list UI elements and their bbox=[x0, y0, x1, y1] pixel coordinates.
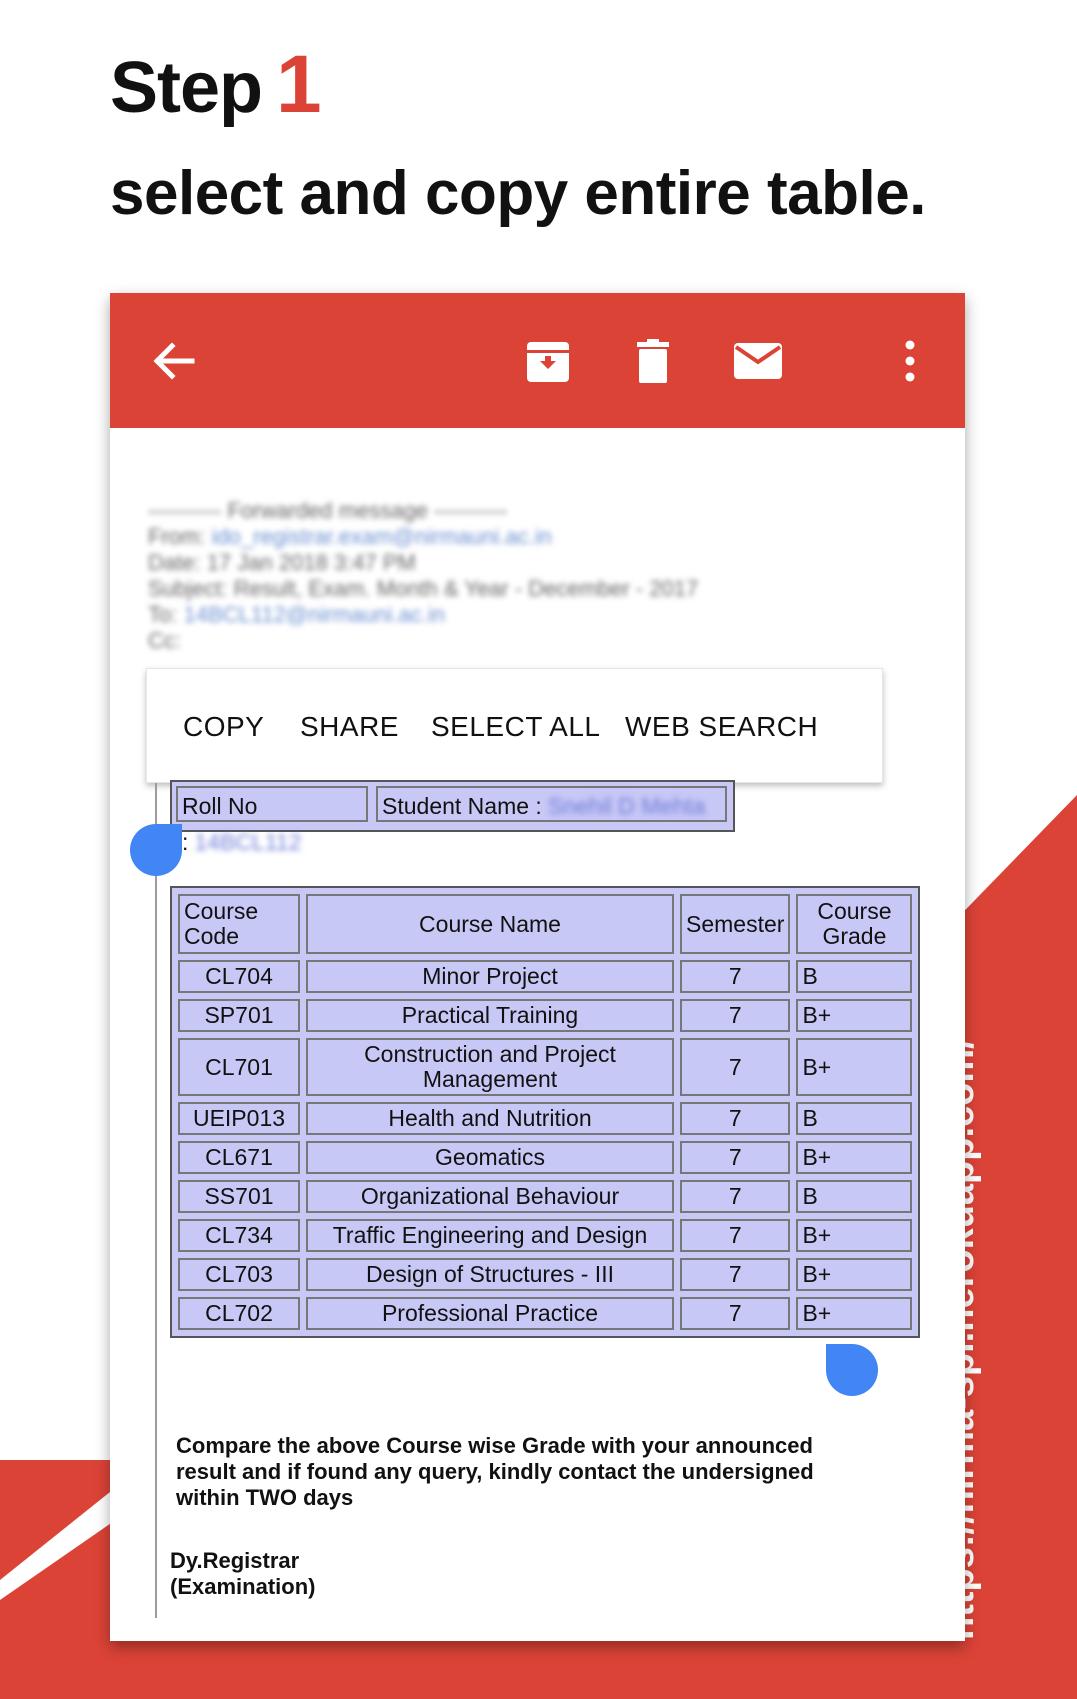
web-search-button[interactable]: WEB SEARCH bbox=[625, 711, 818, 743]
cell-code: SS701 bbox=[178, 1180, 300, 1213]
cell-semester: 7 bbox=[680, 1180, 791, 1213]
cell-grade: B+ bbox=[796, 1038, 913, 1096]
grade-table[interactable]: Course Code Course Name Semester Course … bbox=[170, 886, 921, 1338]
table-row: CL704 Minor Project 7 B bbox=[178, 960, 913, 993]
email-body: ---------- Forwarded message ---------- … bbox=[110, 428, 965, 1641]
cc-line: Cc: bbox=[148, 628, 181, 653]
text-selection-menu: COPY SHARE SELECT ALL WEB SEARCH bbox=[146, 668, 883, 783]
cell-name: Practical Training bbox=[306, 999, 674, 1032]
step-number: 1 bbox=[276, 39, 322, 130]
cell-semester: 7 bbox=[680, 1102, 791, 1135]
copy-button[interactable]: COPY bbox=[183, 711, 264, 743]
cell-name: Design of Structures - III bbox=[306, 1258, 674, 1291]
cell-semester: 7 bbox=[680, 1258, 791, 1291]
table-row: CL701 Construction and Project Managemen… bbox=[178, 1038, 913, 1096]
selection-end-handle[interactable] bbox=[826, 1344, 878, 1396]
archive-icon[interactable] bbox=[518, 331, 578, 391]
cell-code: CL671 bbox=[178, 1141, 300, 1174]
selection-start-handle[interactable] bbox=[130, 824, 182, 876]
select-all-button[interactable]: SELECT ALL bbox=[431, 711, 600, 743]
table-row: SP701 Practical Training 7 B+ bbox=[178, 999, 913, 1032]
cell-grade: B+ bbox=[796, 1141, 913, 1174]
cell-name: Geomatics bbox=[306, 1141, 674, 1174]
signature-title: Dy.Registrar bbox=[170, 1548, 300, 1573]
cell-grade: B bbox=[796, 1180, 913, 1213]
roll-number-cell: Roll No :14BCL112 bbox=[176, 786, 368, 855]
cell-grade: B+ bbox=[796, 999, 913, 1032]
cell-name: Construction and Project Management bbox=[306, 1038, 674, 1096]
header-course-grade: Course Grade bbox=[796, 894, 913, 954]
cell-name: Organizational Behaviour bbox=[306, 1180, 674, 1213]
selection-guide bbox=[155, 783, 157, 1618]
signature-dept: (Examination) bbox=[170, 1574, 316, 1599]
cell-name: Minor Project bbox=[306, 960, 674, 993]
cell-code: CL702 bbox=[178, 1297, 300, 1330]
cell-semester: 7 bbox=[680, 1038, 791, 1096]
cell-grade: B bbox=[796, 1102, 913, 1135]
cell-semester: 7 bbox=[680, 960, 791, 993]
student-name-cell: Student Name : Snehil D Mehta bbox=[376, 786, 727, 822]
forwarded-header: ---------- Forwarded message ---------- … bbox=[148, 498, 698, 654]
mail-icon[interactable] bbox=[728, 331, 788, 391]
cell-semester: 7 bbox=[680, 1141, 791, 1174]
cell-semester: 7 bbox=[680, 1297, 791, 1330]
signature: Dy.Registrar (Examination) bbox=[170, 1548, 315, 1600]
cell-semester: 7 bbox=[680, 1219, 791, 1252]
cell-name: Health and Nutrition bbox=[306, 1102, 674, 1135]
cell-code: CL734 bbox=[178, 1219, 300, 1252]
table-row: CL703 Design of Structures - III 7 B+ bbox=[178, 1258, 913, 1291]
step-word: Step bbox=[110, 48, 263, 128]
forwarded-line: ---------- Forwarded message ---------- bbox=[148, 498, 508, 523]
step-heading: Step 1 bbox=[110, 38, 322, 132]
cell-semester: 7 bbox=[680, 999, 791, 1032]
header-semester: Semester bbox=[680, 894, 791, 954]
cell-grade: B+ bbox=[796, 1219, 913, 1252]
table-row: UEIP013 Health and Nutrition 7 B bbox=[178, 1102, 913, 1135]
cell-code: SP701 bbox=[178, 999, 300, 1032]
cell-grade: B+ bbox=[796, 1258, 913, 1291]
header-course-code: Course Code bbox=[178, 894, 300, 954]
table-row: CL671 Geomatics 7 B+ bbox=[178, 1141, 913, 1174]
back-arrow-icon[interactable] bbox=[144, 331, 204, 391]
to-line: To: 14BCL112@nirmauni.ac.in bbox=[148, 602, 446, 627]
cell-grade: B bbox=[796, 960, 913, 993]
notice-text: Compare the above Course wise Grade with… bbox=[176, 1433, 814, 1510]
from-line: From: ido_registrar.exam@nirmauni.ac.in bbox=[148, 524, 552, 549]
subject-line: Subject: Result, Exam. Month & Year - De… bbox=[148, 576, 699, 601]
email-toolbar bbox=[110, 293, 965, 428]
cell-name: Traffic Engineering and Design bbox=[306, 1219, 674, 1252]
cell-code: UEIP013 bbox=[178, 1102, 300, 1135]
cell-code: CL701 bbox=[178, 1038, 300, 1096]
delete-icon[interactable] bbox=[623, 331, 683, 391]
table-row: CL702 Professional Practice 7 B+ bbox=[178, 1297, 913, 1330]
phone-screenshot: ---------- Forwarded message ---------- … bbox=[110, 293, 965, 1641]
table-row: SS701 Organizational Behaviour 7 B bbox=[178, 1180, 913, 1213]
header-course-name: Course Name bbox=[306, 894, 674, 954]
share-button[interactable]: SHARE bbox=[300, 711, 399, 743]
table-row: CL734 Traffic Engineering and Design 7 B… bbox=[178, 1219, 913, 1252]
cell-grade: B+ bbox=[796, 1297, 913, 1330]
date-line: Date: 17 Jan 2018 3:47 PM bbox=[148, 550, 416, 575]
student-info-row: Roll No :14BCL112 Student Name : Snehil D… bbox=[170, 780, 735, 855]
more-vert-icon[interactable] bbox=[880, 331, 940, 391]
cell-code: CL703 bbox=[178, 1258, 300, 1291]
step-subtitle: select and copy entire table. bbox=[110, 159, 926, 228]
cell-name: Professional Practice bbox=[306, 1297, 674, 1330]
cell-code: CL704 bbox=[178, 960, 300, 993]
